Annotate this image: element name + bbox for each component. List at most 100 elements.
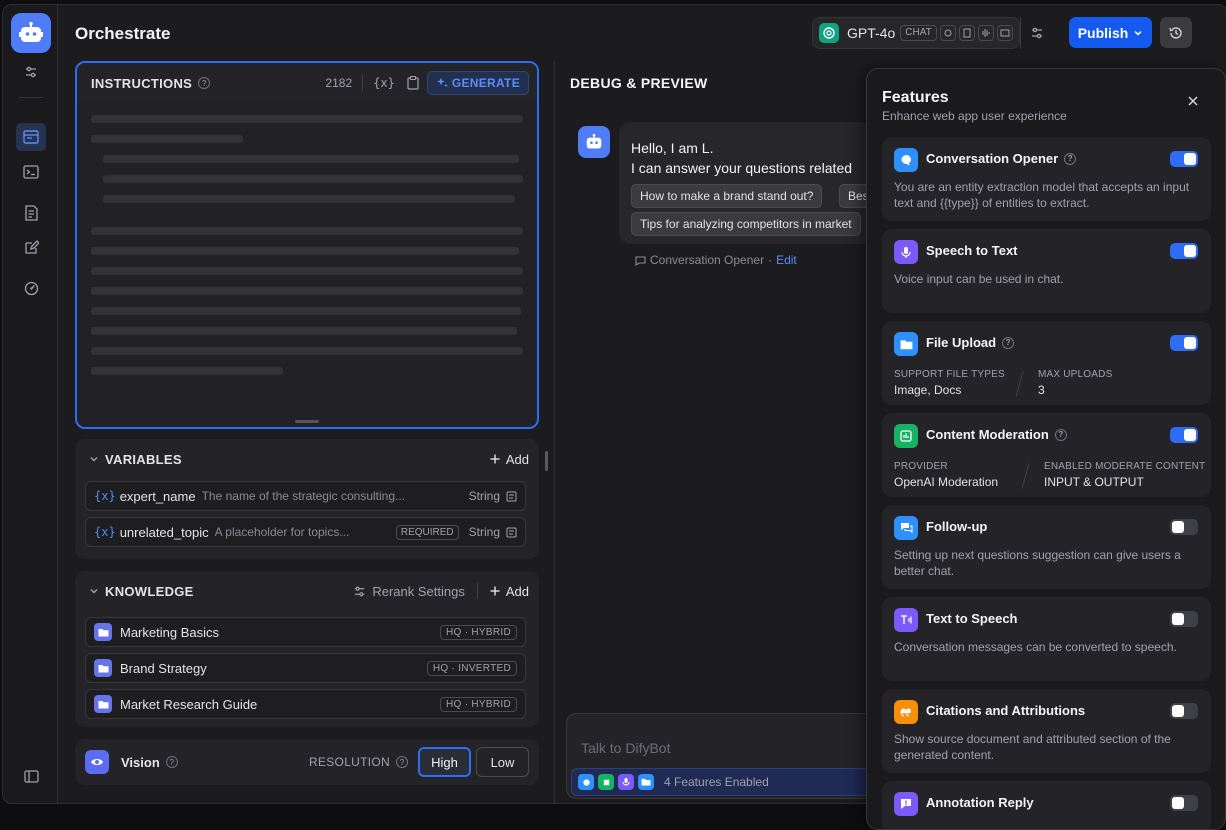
divider xyxy=(362,75,364,91)
edit-opener-link[interactable]: Edit xyxy=(776,253,797,267)
folder-icon xyxy=(638,774,654,790)
divider xyxy=(476,583,478,599)
rerank-settings-button[interactable]: Rerank Settings xyxy=(353,584,465,599)
sidebar-item-logs[interactable] xyxy=(20,202,42,224)
clipboard-icon[interactable] xyxy=(407,76,419,90)
provider-value: OpenAI Moderation xyxy=(894,475,999,489)
publish-button[interactable]: Publish xyxy=(1069,17,1152,48)
folder-icon xyxy=(894,332,918,356)
feature-description: Show source document and attributed sect… xyxy=(894,732,1171,762)
generate-button[interactable]: GENERATE xyxy=(426,71,529,95)
feature-toggle[interactable] xyxy=(1170,243,1198,259)
feature-toggle[interactable] xyxy=(1170,703,1198,719)
sidebar-item-monitoring[interactable] xyxy=(20,277,42,299)
features-enabled-bar[interactable]: 4 Features Enabled xyxy=(571,768,883,796)
sidebar-item-orchestrate[interactable] xyxy=(16,123,46,151)
history-button[interactable] xyxy=(1160,17,1192,48)
openai-logo-icon xyxy=(819,23,839,43)
knowledge-name: Brand Strategy xyxy=(120,660,207,676)
app-bot-icon[interactable] xyxy=(11,13,51,53)
feature-title: Speech to Text xyxy=(926,243,1018,258)
model-vision-icon xyxy=(939,25,956,41)
model-settings-icon[interactable] xyxy=(1020,17,1052,49)
publish-label: Publish xyxy=(1077,24,1129,41)
variable-description: A placeholder for topics... xyxy=(214,525,350,539)
suggested-question[interactable]: How to make a brand stand out? xyxy=(631,184,823,208)
help-icon[interactable]: ? xyxy=(396,756,408,768)
add-variable-button[interactable]: Add xyxy=(490,452,529,467)
suggested-question[interactable]: Tips for analyzing competitors in market xyxy=(631,212,861,236)
knowledge-row[interactable]: Market Research Guide HQ · HYBRID xyxy=(85,689,526,719)
features-drawer: Features Enhance web app user experience… xyxy=(866,68,1226,830)
feature-toggle[interactable] xyxy=(1170,151,1198,167)
feature-card-file-upload: File Upload? SUPPORT FILE TYPES Image, D… xyxy=(882,321,1211,405)
max-uploads-label: MAX UPLOADS xyxy=(1038,369,1113,380)
feature-toggle[interactable] xyxy=(1170,795,1198,811)
help-icon[interactable]: ? xyxy=(1064,152,1077,165)
knowledge-row[interactable]: Marketing Basics HQ · HYBRID xyxy=(85,617,526,647)
help-icon[interactable]: ? xyxy=(165,756,178,768)
model-document-icon xyxy=(958,25,975,41)
moderation-icon xyxy=(894,424,918,448)
chat-input-box[interactable]: Talk to DifyBot 4 Features Enabled xyxy=(566,713,886,799)
feature-card-content-moderation: Content Moderation? PROVIDER OpenAI Mode… xyxy=(882,413,1211,497)
feature-title: File Upload? xyxy=(926,335,1015,350)
microphone-icon xyxy=(894,240,918,264)
index-mode-badge: HQ · HYBRID xyxy=(440,624,517,640)
vision-panel: Vision ? RESOLUTION ? High Low xyxy=(75,739,539,785)
knowledge-panel: KNOWLEDGE Rerank Settings Add Marketing … xyxy=(75,571,539,727)
help-icon[interactable]: ? xyxy=(1054,428,1067,441)
feature-toggle[interactable] xyxy=(1170,611,1198,627)
resize-handle[interactable] xyxy=(295,420,319,423)
feature-description: Voice input can be used in chat. xyxy=(894,272,1064,286)
settings-sliders-icon[interactable] xyxy=(20,61,42,83)
feature-title: Follow-up xyxy=(926,519,988,534)
resolution-high-button[interactable]: High xyxy=(418,747,471,777)
model-selector[interactable]: GPT-4o CHAT xyxy=(812,17,1020,49)
feature-toggle[interactable] xyxy=(1170,519,1198,535)
add-label: Add xyxy=(505,583,529,599)
chevron-down-icon[interactable] xyxy=(89,586,99,596)
sparkle-icon xyxy=(436,77,448,88)
feature-card-conversation-opener: Conversation Opener? You are an entity e… xyxy=(882,137,1211,221)
max-uploads-value: 3 xyxy=(1038,383,1045,397)
variable-row[interactable]: {x} unrelated_topic A placeholder for to… xyxy=(85,517,526,547)
folder-icon xyxy=(94,695,112,713)
divider xyxy=(1021,463,1030,489)
chat-input-placeholder[interactable]: Talk to DifyBot xyxy=(581,740,670,756)
feature-title: Text to Speech xyxy=(926,611,1018,626)
sidebar-item-terminal[interactable] xyxy=(20,161,42,183)
help-icon[interactable]: ? xyxy=(1002,336,1015,349)
feature-toggle[interactable] xyxy=(1170,335,1198,351)
help-icon[interactable]: ? xyxy=(198,77,211,89)
panel-resize-handle[interactable] xyxy=(545,451,548,471)
variable-icon: {x} xyxy=(94,525,116,539)
variable-name: unrelated_topic xyxy=(119,524,209,540)
knowledge-header[interactable]: KNOWLEDGE Rerank Settings Add xyxy=(75,571,539,611)
instructions-panel[interactable]: INSTRUCTIONS ? 2182 {x} GENERATE xyxy=(75,61,539,429)
annotation-icon xyxy=(894,792,918,816)
insert-variable-button[interactable]: {x} xyxy=(373,76,395,90)
panel-divider xyxy=(554,61,555,803)
close-icon[interactable] xyxy=(1183,91,1203,111)
knowledge-name: Marketing Basics xyxy=(120,624,219,640)
toggle-sidebar-icon[interactable] xyxy=(20,765,42,787)
debug-preview-title: DEBUG & PREVIEW xyxy=(570,75,708,91)
resolution-low-button[interactable]: Low xyxy=(476,747,529,777)
add-knowledge-button[interactable]: Add xyxy=(490,584,529,599)
variables-header[interactable]: VARIABLES Add xyxy=(75,439,539,479)
feature-card-follow-up: Follow-up Setting up next questions sugg… xyxy=(882,505,1211,589)
index-mode-badge: HQ · HYBRID xyxy=(440,696,517,712)
feature-toggle[interactable] xyxy=(1170,427,1198,443)
sidebar-item-annotations[interactable] xyxy=(20,236,42,258)
moderation-icon xyxy=(598,774,614,790)
variable-row[interactable]: {x} expert_name The name of the strategi… xyxy=(85,481,526,511)
knowledge-row[interactable]: Brand Strategy HQ · INVERTED xyxy=(85,653,526,683)
feature-title: Citations and Attributions xyxy=(926,703,1086,718)
chevron-down-icon[interactable] xyxy=(89,454,99,464)
knowledge-title: KNOWLEDGE xyxy=(105,583,194,599)
variable-type: String xyxy=(468,489,500,503)
quote-icon xyxy=(894,700,918,724)
left-sidebar xyxy=(3,5,58,803)
plus-icon xyxy=(490,454,500,464)
